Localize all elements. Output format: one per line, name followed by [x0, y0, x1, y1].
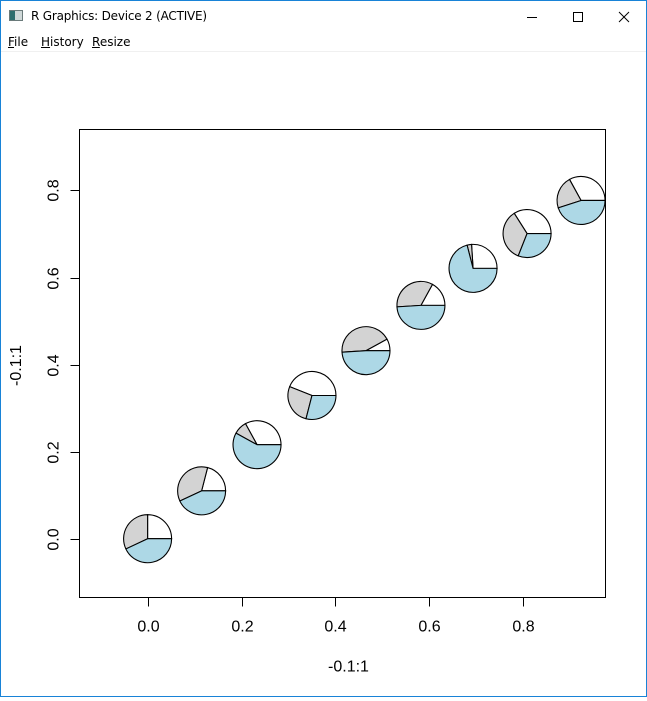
pie-marker [556, 175, 606, 225]
pie-scatter-chart: 0.0 0.2 0.4 0.6 0.8 0.0 0.2 0.4 0.6 0.8 -0.1:1 -… [8, 129, 606, 676]
x-axis-label: -0.1:1 [328, 659, 369, 676]
pie-marker [177, 466, 227, 516]
x-axis: 0.0 0.2 0.4 0.6 0.8 [137, 597, 535, 636]
y-axis: 0.0 0.2 0.4 0.6 0.8 [46, 179, 80, 551]
y-tick-label: 0.8 [46, 179, 63, 201]
menu-resize-accel: R [92, 35, 100, 49]
pie-marker [448, 243, 498, 293]
pie-markers [123, 175, 606, 564]
x-tick-label: 0.4 [324, 619, 346, 636]
menu-resize-label: esize [99, 35, 131, 49]
graphics-device-canvas: 0.0 0.2 0.4 0.6 0.8 0.0 0.2 0.4 0.6 0.8 -0.1:1 -… [1, 52, 646, 696]
pie-marker [287, 370, 337, 420]
minimize-icon [527, 16, 537, 18]
pie-marker [341, 326, 391, 376]
pie-slice-1 [147, 514, 173, 540]
r-graphics-app-icon [9, 10, 23, 21]
menu-file[interactable]: File [8, 35, 28, 49]
menu-history-accel: H [41, 35, 51, 49]
maximize-button[interactable] [555, 1, 601, 32]
pie-marker [502, 209, 552, 259]
window-title: R Graphics: Device 2 (ACTIVE) [31, 9, 207, 23]
x-tick-label: 0.2 [231, 619, 253, 636]
y-axis-label: -0.1:1 [8, 345, 25, 386]
pie-slice-3 [305, 394, 337, 420]
pie-marker [396, 280, 446, 330]
y-tick-label: 0.2 [46, 441, 63, 463]
r-graphics-window: R Graphics: Device 2 (ACTIVE) File Histo… [0, 0, 647, 697]
y-tick-label: 0.0 [46, 528, 63, 550]
minimize-button[interactable] [509, 1, 555, 32]
menu-resize[interactable]: Resize [92, 35, 130, 49]
pie-slice-1 [470, 243, 498, 269]
close-button[interactable] [601, 1, 647, 32]
title-bar[interactable]: R Graphics: Device 2 (ACTIVE) [1, 1, 646, 32]
pie-slice-3 [341, 350, 391, 376]
menu-file-label: ile [14, 35, 29, 49]
menu-history-label: istory [50, 35, 84, 49]
pie-marker [123, 514, 173, 564]
x-tick-label: 0.8 [512, 619, 534, 636]
pie-slice-3 [396, 304, 446, 330]
menu-bar: File History Resize [1, 32, 646, 52]
y-tick-label: 0.6 [46, 267, 63, 289]
menu-history[interactable]: History [41, 35, 84, 49]
maximize-icon [573, 11, 583, 22]
x-tick-label: 0.6 [418, 619, 440, 636]
x-tick-label: 0.0 [137, 619, 159, 636]
pie-marker [232, 420, 282, 470]
close-icon [618, 11, 630, 22]
y-tick-label: 0.4 [46, 354, 63, 376]
